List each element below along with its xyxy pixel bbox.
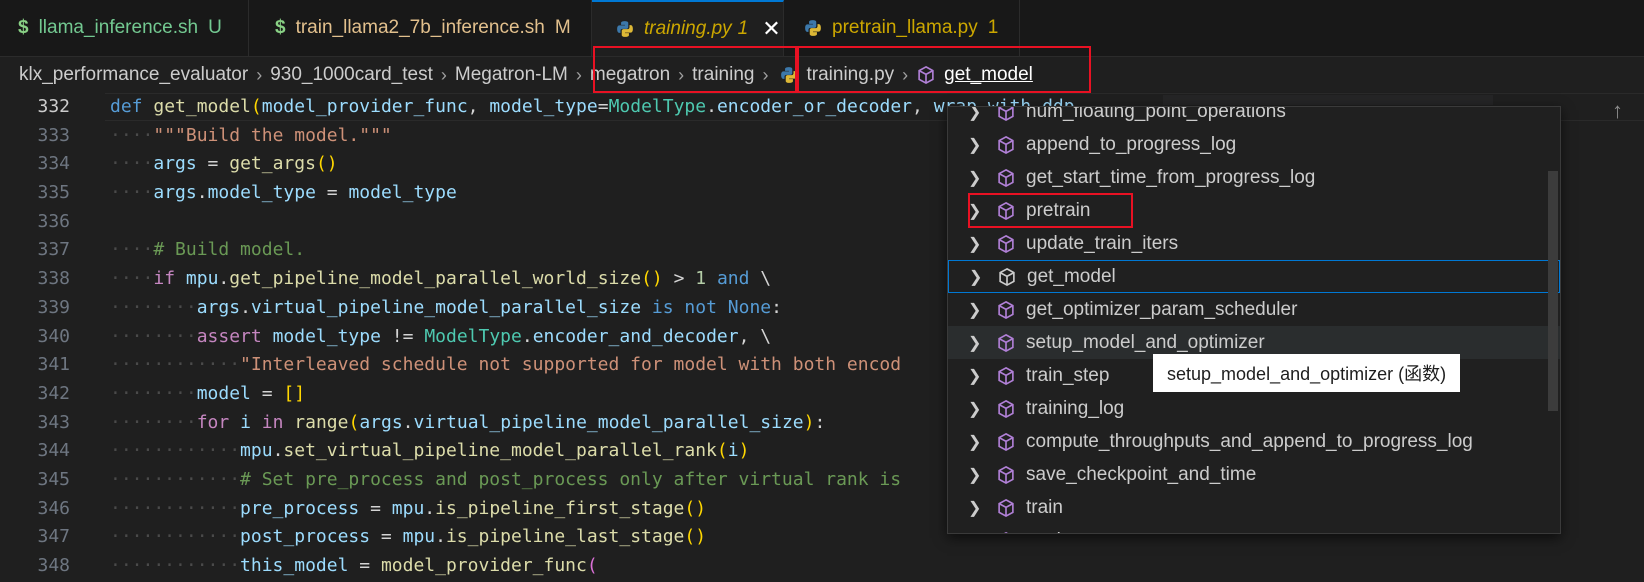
tab-status: M bbox=[554, 17, 571, 38]
outline-item-label: get_optimizer_param_scheduler bbox=[1026, 298, 1298, 320]
method-cube-icon bbox=[998, 135, 1014, 154]
chevron-right-icon: ❯ bbox=[968, 531, 984, 534]
line-number: 337 bbox=[37, 239, 70, 261]
highlight-box-path bbox=[593, 46, 797, 93]
shell-icon: $ bbox=[18, 17, 29, 38]
line-number: 338 bbox=[37, 268, 70, 290]
method-cube-icon bbox=[998, 432, 1014, 451]
line-number: 340 bbox=[37, 325, 70, 347]
method-cube-icon bbox=[998, 300, 1014, 319]
outline-item[interactable]: ❯ num_floating_point_operations bbox=[948, 106, 1560, 128]
method-cube-icon bbox=[998, 465, 1014, 484]
outline-item-label: compute_throughputs_and_append_to_progre… bbox=[1026, 430, 1473, 452]
line-number: 345 bbox=[37, 468, 70, 490]
line-number: 348 bbox=[37, 555, 70, 576]
chevron-right-icon: ❯ bbox=[968, 400, 982, 418]
line-number: 334 bbox=[37, 153, 70, 175]
outline-item[interactable]: ❯ save_checkpoint_and_time bbox=[948, 458, 1560, 491]
dropdown-scrollbar[interactable] bbox=[1548, 171, 1558, 411]
outline-item-label: num_floating_point_operations bbox=[1026, 106, 1286, 122]
breadcrumb-item[interactable]: Megatron-LM bbox=[455, 64, 568, 86]
outline-item-label: train_step bbox=[1026, 364, 1110, 386]
breadcrumb-item[interactable]: klx_performance_evaluator bbox=[19, 64, 248, 86]
tab-status: 1 bbox=[987, 17, 999, 38]
highlight-box-pretrain bbox=[968, 193, 1133, 228]
outline-item-label: get_start_time_from_progress_log bbox=[1026, 166, 1316, 188]
line-number: 335 bbox=[37, 182, 70, 204]
arrow-up-icon[interactable]: ↑ bbox=[1612, 98, 1623, 124]
line-number-gutter: 332 333 334 335 336 337 338 339 340 341 … bbox=[0, 93, 100, 581]
tab-label: pretrain_llama.py bbox=[832, 17, 978, 38]
tab-label: training.py bbox=[644, 18, 732, 39]
method-cube-icon bbox=[998, 498, 1014, 517]
chevron-right-icon: › bbox=[256, 64, 263, 85]
method-cube-icon bbox=[998, 107, 1014, 121]
tab-status: U bbox=[208, 17, 222, 38]
line-number: 344 bbox=[37, 440, 70, 462]
python-icon bbox=[617, 21, 633, 37]
chevron-right-icon: ❯ bbox=[968, 301, 982, 319]
outline-item-label: train bbox=[1026, 496, 1063, 518]
chevron-right-icon: ❯ bbox=[968, 106, 982, 121]
chevron-right-icon: ❯ bbox=[968, 433, 982, 451]
line-number: 339 bbox=[37, 296, 70, 318]
chevron-right-icon: ❯ bbox=[968, 367, 982, 385]
line-number: 346 bbox=[37, 497, 70, 519]
tab-status: 1 bbox=[737, 18, 749, 39]
outline-item-get-model[interactable]: ❯ get_model bbox=[948, 260, 1560, 293]
chevron-right-icon: ❯ bbox=[968, 136, 982, 154]
outline-item-label: save_checkpoint_and_time bbox=[1026, 463, 1257, 485]
hover-tooltip: setup_model_and_optimizer (函数) bbox=[1153, 354, 1461, 392]
line-number: 343 bbox=[37, 411, 70, 433]
method-cube-icon bbox=[998, 234, 1014, 253]
method-cube-icon bbox=[998, 333, 1014, 352]
outline-item[interactable]: ❯ append_to_progress_log bbox=[948, 128, 1560, 161]
code-line: ············this_model = model_provider_… bbox=[110, 555, 598, 576]
outline-item[interactable]: ❯ get_optimizer_param_scheduler bbox=[948, 293, 1560, 326]
chevron-right-icon: ❯ bbox=[968, 169, 982, 187]
python-icon bbox=[805, 20, 821, 36]
outline-item[interactable]: ❯ training_log bbox=[948, 392, 1560, 425]
method-cube-icon bbox=[999, 267, 1015, 286]
tab-label: train_llama2_7b_inference.sh bbox=[295, 17, 545, 38]
outline-item-label: setup_model_and_optimizer bbox=[1026, 331, 1265, 353]
outline-item-label: evaluate bbox=[1026, 530, 1098, 534]
chevron-right-icon: › bbox=[440, 64, 447, 85]
line-number: 336 bbox=[37, 210, 70, 232]
tab-label: llama_inference.sh bbox=[38, 17, 199, 38]
chevron-right-icon: ❯ bbox=[968, 499, 982, 517]
method-cube-icon bbox=[998, 399, 1014, 418]
find-widget-edge bbox=[1163, 95, 1493, 105]
highlight-box-symbol bbox=[797, 46, 1091, 93]
outline-item[interactable]: ❯ train bbox=[948, 491, 1560, 524]
outline-item-label: update_train_iters bbox=[1026, 232, 1179, 254]
tab-llama-inference[interactable]: $ llama_inference.sh U bbox=[0, 0, 249, 56]
shell-icon: $ bbox=[275, 17, 286, 38]
outline-item[interactable]: ❯ get_start_time_from_progress_log bbox=[948, 161, 1560, 194]
tab-train-llama2[interactable]: $ train_llama2_7b_inference.sh M bbox=[249, 0, 592, 56]
line-number: 347 bbox=[37, 526, 70, 548]
method-cube-icon bbox=[998, 168, 1014, 187]
chevron-right-icon: ❯ bbox=[968, 334, 982, 352]
close-icon[interactable]: ✕ bbox=[762, 16, 780, 42]
chevron-right-icon: ❯ bbox=[969, 268, 983, 286]
breadcrumb-item[interactable]: 930_1000card_test bbox=[270, 64, 433, 86]
line-number: 332 bbox=[37, 96, 70, 117]
line-number: 342 bbox=[37, 382, 70, 404]
outline-item[interactable]: ❯ update_train_iters bbox=[948, 227, 1560, 260]
chevron-right-icon: › bbox=[575, 64, 582, 85]
breadcrumb-outline-dropdown: ❯ num_floating_point_operations ❯ append… bbox=[947, 106, 1561, 534]
outline-item-label: get_model bbox=[1027, 265, 1116, 287]
line-number: 333 bbox=[37, 124, 70, 146]
chevron-right-icon: ❯ bbox=[968, 235, 982, 253]
outline-item[interactable]: ❯ evaluate bbox=[948, 524, 1560, 534]
line-number: 341 bbox=[37, 354, 70, 376]
outline-item[interactable]: ❯ compute_throughputs_and_append_to_prog… bbox=[948, 425, 1560, 458]
outline-item-label: append_to_progress_log bbox=[1026, 133, 1237, 155]
chevron-right-icon: ❯ bbox=[968, 466, 982, 484]
method-cube-icon bbox=[998, 366, 1014, 385]
method-cube-icon bbox=[1003, 531, 1009, 533]
outline-item-label: training_log bbox=[1026, 397, 1125, 419]
